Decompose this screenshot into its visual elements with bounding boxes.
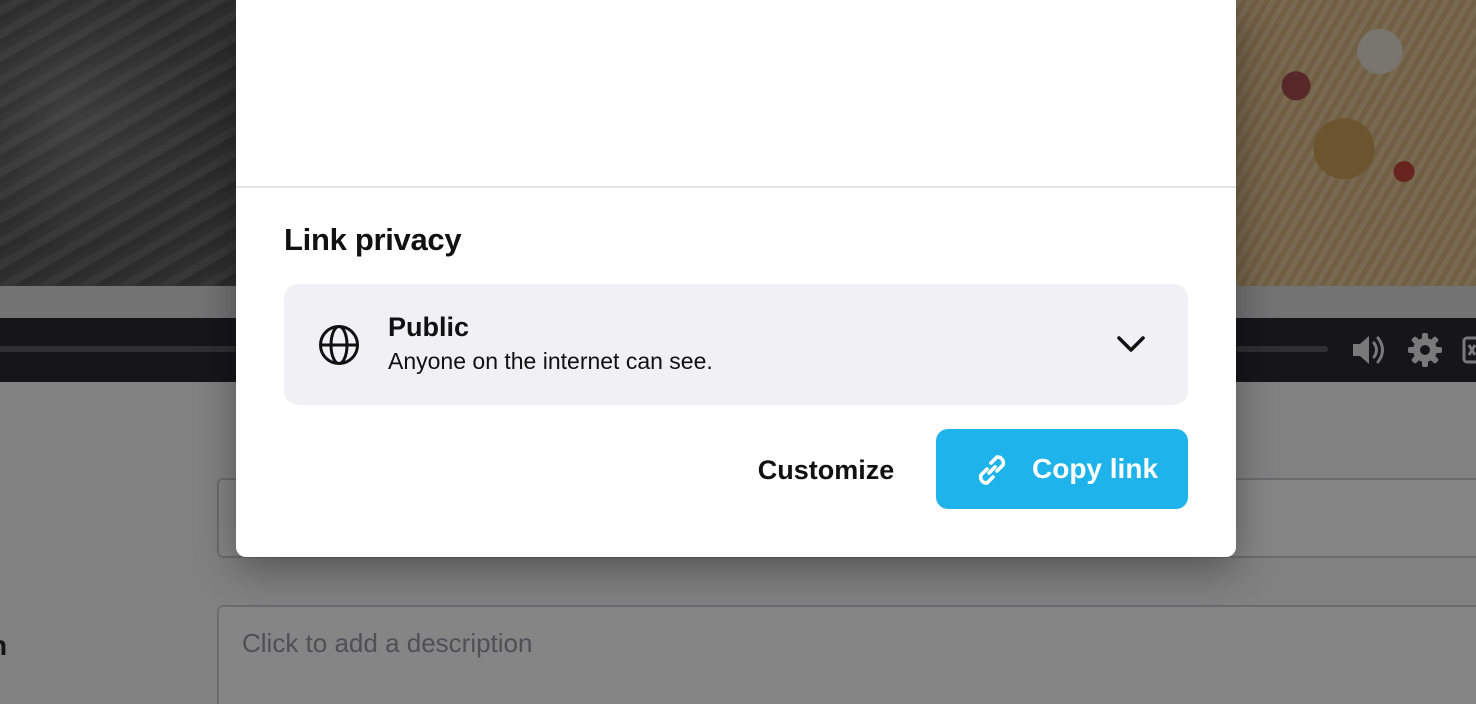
- privacy-selected-label: Public: [388, 312, 470, 342]
- privacy-dropdown[interactable]: Public Anyone on the internet can see.: [284, 284, 1188, 405]
- share-modal: Link privacy Public Anyone on the intern…: [236, 0, 1236, 557]
- modal-divider: [236, 186, 1236, 188]
- privacy-selected-description: Anyone on the internet can see.: [388, 348, 713, 374]
- copy-link-label: Copy link: [1032, 453, 1159, 484]
- copy-link-button[interactable]: Copy link: [936, 429, 1188, 509]
- chevron-down-icon[interactable]: [1114, 330, 1148, 358]
- globe-icon: [318, 324, 360, 366]
- link-privacy-title: Link privacy: [284, 222, 462, 257]
- link-icon: [970, 448, 1014, 492]
- customize-button[interactable]: Customize: [726, 444, 926, 496]
